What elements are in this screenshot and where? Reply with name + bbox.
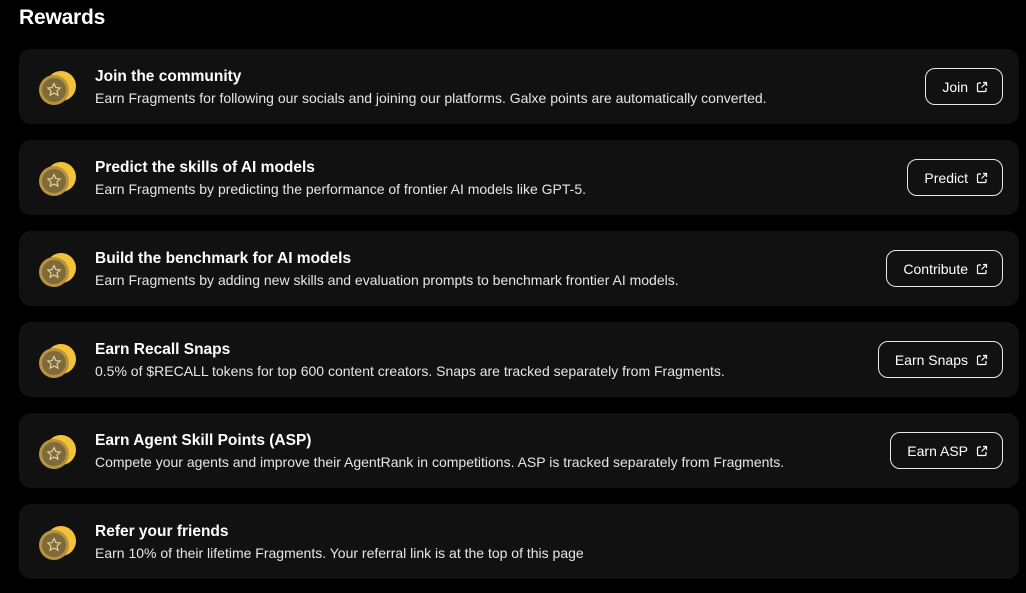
coin-star-icon — [39, 162, 76, 196]
reward-description: Earn Fragments by adding new skills and … — [95, 272, 679, 288]
reward-description: Earn Fragments for following our socials… — [95, 90, 767, 106]
coin-star-icon — [39, 253, 76, 287]
coin-star-icon — [39, 435, 76, 469]
reward-title: Refer your friends — [95, 523, 229, 540]
external-link-icon — [976, 445, 988, 456]
join-button[interactable]: Join — [925, 68, 1003, 105]
coin-star-icon — [39, 526, 76, 560]
reward-description: 0.5% of $RECALL tokens for top 600 conte… — [95, 363, 725, 379]
external-link-icon — [976, 263, 988, 274]
reward-card-refer-friends: Refer your friends Earn 10% of their lif… — [19, 504, 1019, 579]
reward-card-build-benchmark: Build the benchmark for AI models Earn F… — [19, 231, 1019, 306]
reward-card-predict-skills: Predict the skills of AI models Earn Fra… — [19, 140, 1019, 215]
reward-description: Earn 10% of their lifetime Fragments. Yo… — [95, 545, 584, 561]
reward-card-join-community: Join the community Earn Fragments for fo… — [19, 49, 1019, 124]
earn-asp-button[interactable]: Earn ASP — [890, 432, 1003, 469]
reward-title: Earn Recall Snaps — [95, 341, 231, 358]
coin-star-icon — [39, 344, 76, 378]
predict-button[interactable]: Predict — [907, 159, 1003, 196]
predict-button-label: Predict — [924, 169, 968, 186]
join-button-label: Join — [942, 78, 968, 95]
coin-star-icon — [39, 71, 76, 105]
earn-snaps-button-label: Earn Snaps — [894, 351, 968, 368]
external-link-icon — [976, 81, 988, 92]
earn-asp-button-label: Earn ASP — [907, 442, 968, 459]
page-title: Rewards — [19, 6, 106, 29]
reward-title: Earn Agent Skill Points (ASP) — [95, 432, 312, 449]
external-link-icon — [976, 172, 988, 183]
reward-card-recall-snaps: Earn Recall Snaps 0.5% of $RECALL tokens… — [19, 322, 1019, 397]
rewards-list: Join the community Earn Fragments for fo… — [19, 49, 1019, 593]
reward-title: Predict the skills of AI models — [95, 159, 315, 176]
contribute-button-label: Contribute — [903, 260, 968, 277]
reward-card-agent-skill-points: Earn Agent Skill Points (ASP) Compete yo… — [19, 413, 1019, 488]
reward-description: Earn Fragments by predicting the perform… — [95, 181, 586, 197]
external-link-icon — [976, 354, 988, 365]
reward-description: Compete your agents and improve their Ag… — [95, 454, 785, 470]
reward-title: Build the benchmark for AI models — [95, 250, 352, 267]
earn-snaps-button[interactable]: Earn Snaps — [877, 341, 1003, 378]
reward-title: Join the community — [95, 68, 242, 85]
contribute-button[interactable]: Contribute — [886, 250, 1003, 287]
